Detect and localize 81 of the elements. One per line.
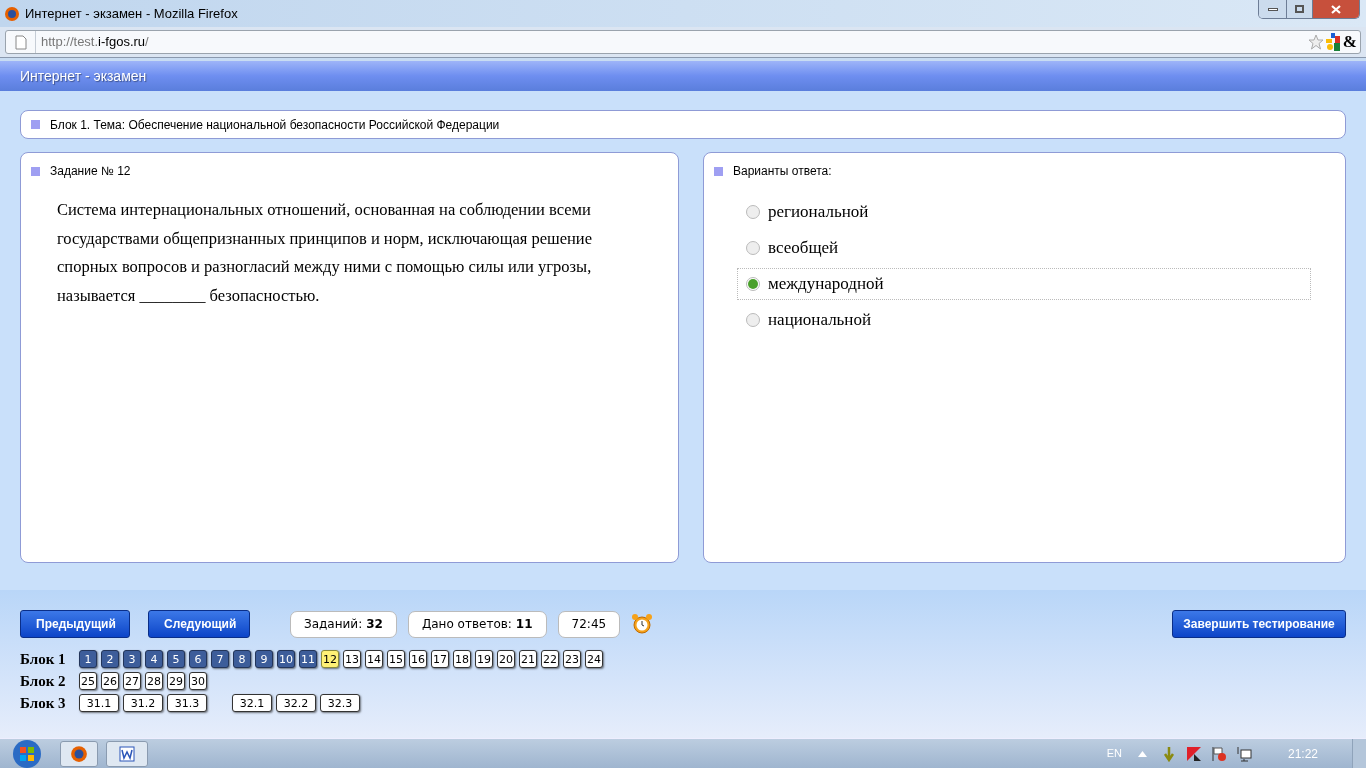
- radio-button[interactable]: [746, 313, 760, 327]
- question-number-button[interactable]: 1: [79, 650, 97, 668]
- question-number-button[interactable]: 32.3: [320, 694, 360, 712]
- start-button[interactable]: [10, 738, 44, 768]
- question-number-button[interactable]: 16: [409, 650, 427, 668]
- question-number-button[interactable]: 15: [387, 650, 405, 668]
- question-number-button[interactable]: 5: [167, 650, 185, 668]
- question-number-button[interactable]: 22: [541, 650, 559, 668]
- firefox-icon: [70, 744, 88, 763]
- close-icon: [1331, 4, 1341, 14]
- answer-option[interactable]: всеобщей: [737, 232, 1311, 264]
- restore-button[interactable]: [1287, 0, 1313, 18]
- radio-button[interactable]: [746, 241, 760, 255]
- header-title: Интернет - экзамен: [20, 66, 147, 86]
- question-number-button[interactable]: 12: [321, 650, 339, 668]
- panel-heading: Задание № 12: [50, 163, 131, 180]
- question-number-button[interactable]: 32.2: [276, 694, 316, 712]
- taskbar-firefox-button[interactable]: [60, 740, 98, 767]
- question-number-button[interactable]: 10: [277, 650, 295, 668]
- question-number-button[interactable]: 32.1: [232, 694, 272, 712]
- finish-button[interactable]: Завершить тестирование: [1172, 610, 1346, 638]
- question-number-button[interactable]: 31.1: [79, 694, 119, 712]
- question-number-button[interactable]: 18: [453, 650, 471, 668]
- question-number-button[interactable]: 27: [123, 672, 141, 690]
- block-label: Блок 3: [20, 693, 67, 713]
- addon-glyph[interactable]: &: [1342, 29, 1357, 55]
- window-title: Интернет - экзамен - Mozilla Firefox: [25, 4, 238, 23]
- stat-counter: 72:45: [557, 610, 621, 638]
- question-number-button[interactable]: 9: [255, 650, 273, 668]
- bullet-icon: [31, 120, 40, 129]
- question-number-button[interactable]: 23: [563, 650, 581, 668]
- answer-option[interactable]: региональной: [737, 196, 1311, 228]
- question-number-button[interactable]: 24: [585, 650, 603, 668]
- question-number-button[interactable]: 7: [211, 650, 229, 668]
- question-number-button[interactable]: 2: [101, 650, 119, 668]
- block-label: Блок 2: [20, 671, 67, 691]
- answer-option[interactable]: национальной: [737, 304, 1311, 336]
- block-label: Блок 1: [20, 649, 67, 669]
- question-number-button[interactable]: 14: [365, 650, 383, 668]
- answer-option[interactable]: международной: [737, 268, 1311, 300]
- alarm-clock-icon: [631, 613, 654, 635]
- addon-icon[interactable]: [1325, 33, 1342, 51]
- bullet-icon: [714, 166, 723, 176]
- question-number-button[interactable]: 31.3: [167, 694, 207, 712]
- question-number-button[interactable]: 29: [167, 672, 185, 690]
- next-button[interactable]: Следующий: [148, 610, 250, 638]
- question-number-button[interactable]: 17: [431, 650, 449, 668]
- question-number-button[interactable]: 3: [123, 650, 141, 668]
- question-number-button[interactable]: 20: [497, 650, 515, 668]
- radio-button[interactable]: [746, 205, 760, 219]
- question-number-button[interactable]: 30: [189, 672, 207, 690]
- radio-button[interactable]: [746, 277, 760, 291]
- previous-button[interactable]: Предыдущий: [20, 610, 130, 638]
- taskbar-document-button[interactable]: [106, 740, 148, 767]
- bullet-icon: [31, 166, 40, 176]
- url-text: http://test.i-fgos.ru/: [41, 33, 149, 52]
- question-number-button[interactable]: 19: [475, 650, 493, 668]
- question-number-button[interactable]: 13: [343, 650, 361, 668]
- question-number-button[interactable]: 28: [145, 672, 163, 690]
- question-number-button[interactable]: 4: [145, 650, 163, 668]
- question-number-button[interactable]: 21: [519, 650, 537, 668]
- flag-icon[interactable]: [1210, 745, 1227, 762]
- page-icon: [14, 34, 27, 50]
- question-number-button[interactable]: 31.2: [123, 694, 163, 712]
- stat-counter: Дано ответов: 11: [407, 610, 547, 638]
- block-title: Блок 1. Тема: Обеспечение национальной безопасности Российской Федерации: [50, 116, 500, 134]
- minimize-button[interactable]: [1259, 0, 1287, 18]
- stat-counter: Заданий: 32: [290, 610, 397, 638]
- document-icon: [119, 745, 135, 762]
- firefox-icon: [4, 5, 20, 22]
- address-field[interactable]: http://test.i-fgos.ru/ &: [5, 30, 1361, 54]
- question-number-button[interactable]: 8: [233, 650, 251, 668]
- close-button[interactable]: [1313, 0, 1359, 18]
- star-icon: [1307, 34, 1324, 50]
- panel-heading: Варианты ответа:: [733, 163, 832, 180]
- question-number-button[interactable]: 26: [101, 672, 119, 690]
- question-text: Система интернациональных отношений, основанная на соблюдении всеми государствами общепризнанных принципов и норм, исключающая решение спорных вопросов и разногласий между ними с помощью силы или угрозы, называется ________ безопасностью.: [57, 199, 593, 307]
- question-number-button[interactable]: 25: [79, 672, 97, 690]
- question-number-button[interactable]: 6: [189, 650, 207, 668]
- network-icon[interactable]: [1235, 745, 1252, 762]
- question-number-button[interactable]: 11: [299, 650, 317, 668]
